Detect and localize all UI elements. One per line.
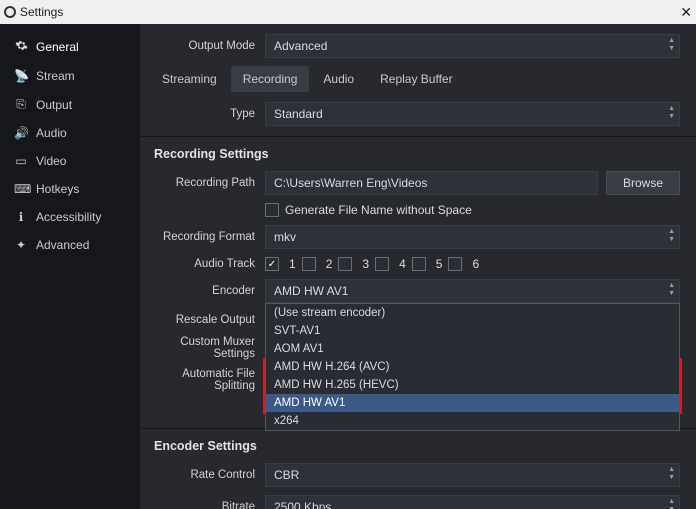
audio-icon: 🔊 xyxy=(14,126,28,140)
tab-audio[interactable]: Audio xyxy=(311,66,366,92)
recording-format-select[interactable]: mkv ▲▼ xyxy=(265,225,680,249)
custom-muxer-label: Custom Muxer Settings xyxy=(150,336,265,360)
sidebar-item-label: Audio xyxy=(36,126,67,140)
auto-split-label: Automatic File Splitting xyxy=(150,368,265,392)
main-panel: Output Mode Advanced ▲▼ Streaming Record… xyxy=(140,24,696,509)
chevron-updown-icon: ▲▼ xyxy=(668,228,675,244)
rate-control-select[interactable]: CBR ▲▼ xyxy=(265,463,680,487)
hotkeys-icon: ⌨ xyxy=(14,182,28,196)
bitrate-label: Bitrate xyxy=(150,501,265,509)
sidebar-item-label: Output xyxy=(36,98,72,112)
bitrate-input[interactable]: 2500 Kbps ▲▼ xyxy=(265,495,680,509)
rescale-output-label: Rescale Output xyxy=(150,314,265,326)
sidebar: General 📡 Stream ⎘ Output 🔊 Audio ▭ Vide… xyxy=(0,24,140,509)
sidebar-item-label: Stream xyxy=(36,69,75,83)
track-4-checkbox[interactable] xyxy=(375,257,389,271)
sidebar-item-advanced[interactable]: ✦ Advanced xyxy=(0,231,140,259)
sidebar-item-label: Hotkeys xyxy=(36,182,79,196)
sidebar-item-hotkeys[interactable]: ⌨ Hotkeys xyxy=(0,175,140,203)
antenna-icon: 📡 xyxy=(14,69,28,83)
output-mode-label: Output Mode xyxy=(150,40,265,52)
browse-button[interactable]: Browse xyxy=(606,171,680,195)
gear-icon xyxy=(14,39,28,55)
track-1-checkbox[interactable]: ✓ xyxy=(265,257,279,271)
stepper-icon[interactable]: ▲▼ xyxy=(668,498,675,509)
tab-recording[interactable]: Recording xyxy=(231,66,310,92)
encoder-option[interactable]: x264 xyxy=(266,412,679,430)
sidebar-item-label: Advanced xyxy=(36,238,89,252)
sidebar-item-audio[interactable]: 🔊 Audio xyxy=(0,119,140,147)
sidebar-item-video[interactable]: ▭ Video xyxy=(0,147,140,175)
recording-settings-title: Recording Settings xyxy=(154,147,680,161)
app-logo-icon xyxy=(4,6,16,18)
advanced-icon: ✦ xyxy=(14,238,28,252)
encoder-select[interactable]: AMD HW AV1 ▲▼ xyxy=(265,279,680,303)
gen-filename-label: Generate File Name without Space xyxy=(285,203,472,217)
tab-streaming[interactable]: Streaming xyxy=(150,66,229,92)
encoder-dropdown: (Use stream encoder) SVT-AV1 AOM AV1 AMD… xyxy=(265,303,680,431)
output-icon: ⎘ xyxy=(14,97,28,112)
encoder-option[interactable]: AMD HW AV1 xyxy=(266,394,679,412)
recording-path-input[interactable]: C:\Users\Warren Eng\Videos xyxy=(265,171,598,195)
sidebar-item-label: General xyxy=(36,40,79,54)
sidebar-item-label: Video xyxy=(36,154,66,168)
track-2-checkbox[interactable] xyxy=(302,257,316,271)
encoder-option[interactable]: AMD HW H.265 (HEVC) xyxy=(266,376,679,394)
audio-track-label: Audio Track xyxy=(150,258,265,270)
window-title: Settings xyxy=(20,5,63,19)
gen-filename-checkbox[interactable] xyxy=(265,203,279,217)
track-6-checkbox[interactable] xyxy=(448,257,462,271)
sidebar-item-stream[interactable]: 📡 Stream xyxy=(0,62,140,90)
rate-control-label: Rate Control xyxy=(150,469,265,481)
type-select[interactable]: Standard ▲▼ xyxy=(265,102,680,126)
tabs: Streaming Recording Audio Replay Buffer xyxy=(150,66,680,92)
video-icon: ▭ xyxy=(14,154,28,168)
accessibility-icon: ℹ xyxy=(14,210,28,224)
encoder-option[interactable]: (Use stream encoder) xyxy=(266,304,679,322)
recording-format-label: Recording Format xyxy=(150,231,265,243)
sidebar-item-accessibility[interactable]: ℹ Accessibility xyxy=(0,203,140,231)
encoder-option[interactable]: AMD HW H.264 (AVC) xyxy=(266,358,679,376)
tab-replay-buffer[interactable]: Replay Buffer xyxy=(368,66,465,92)
recording-path-label: Recording Path xyxy=(150,177,265,189)
encoder-label: Encoder xyxy=(150,285,265,297)
encoder-option[interactable]: AOM AV1 xyxy=(266,340,679,358)
track-5-checkbox[interactable] xyxy=(412,257,426,271)
chevron-updown-icon: ▲▼ xyxy=(668,466,675,482)
sidebar-item-general[interactable]: General xyxy=(0,32,140,62)
chevron-updown-icon: ▲▼ xyxy=(668,37,675,53)
encoder-option[interactable]: SVT-AV1 xyxy=(266,322,679,340)
chevron-updown-icon: ▲▼ xyxy=(668,105,675,121)
encoder-settings-title: Encoder Settings xyxy=(154,439,680,453)
titlebar: Settings ✕ xyxy=(0,0,696,24)
sidebar-item-output[interactable]: ⎘ Output xyxy=(0,90,140,119)
type-label: Type xyxy=(150,108,265,120)
sidebar-item-label: Accessibility xyxy=(36,210,101,224)
output-mode-select[interactable]: Advanced ▲▼ xyxy=(265,34,680,58)
close-icon[interactable]: ✕ xyxy=(680,4,692,21)
chevron-updown-icon: ▲▼ xyxy=(668,282,675,298)
track-3-checkbox[interactable] xyxy=(338,257,352,271)
